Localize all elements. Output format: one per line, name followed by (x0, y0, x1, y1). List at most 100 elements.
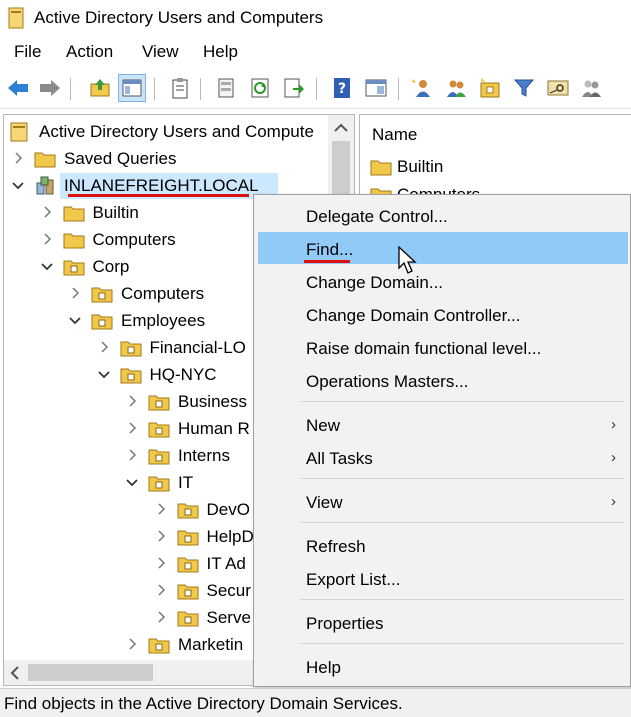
tree-item-label: Marketin (178, 635, 244, 654)
find-icon[interactable] (544, 74, 572, 102)
folder-icon (34, 149, 56, 169)
console-icon (10, 122, 32, 142)
menu-item-raise-domain-functional-level[interactable]: Raise domain functional level... (258, 331, 628, 363)
properties-icon[interactable] (212, 74, 240, 102)
back-arrow-icon[interactable] (4, 74, 32, 102)
console-icon (8, 7, 24, 29)
organizational-unit-icon (148, 419, 170, 439)
menu-separator (300, 401, 624, 402)
chevron-right-icon[interactable] (124, 447, 140, 463)
chevron-down-icon[interactable] (124, 474, 140, 490)
context-menu: Delegate Control... Find... Change Domain.… (253, 194, 631, 687)
menu-item-label: Delegate Control... (306, 207, 448, 226)
menu-item-label: Find... (306, 240, 354, 259)
menu-item-delegate-control[interactable]: Delegate Control... (258, 199, 628, 231)
menu-file[interactable]: File (14, 42, 41, 62)
new-group-icon[interactable] (442, 74, 470, 102)
organizational-unit-icon (177, 608, 199, 628)
menu-item-change-domain[interactable]: Change Domain... (258, 265, 628, 297)
menu-view[interactable]: View (142, 42, 179, 62)
chevron-right-icon[interactable] (96, 339, 112, 355)
tree-item-label: Serve (206, 608, 251, 627)
chevron-right-icon[interactable] (153, 609, 169, 625)
forward-arrow-icon[interactable] (36, 74, 64, 102)
menu-separator (300, 478, 624, 479)
chevron-down-icon[interactable] (67, 312, 83, 328)
tree-item-label: IT (178, 473, 194, 492)
menu-item-refresh[interactable]: Refresh (258, 529, 628, 561)
scroll-thumb[interactable] (332, 141, 350, 201)
menu-item-properties[interactable]: Properties (258, 606, 628, 638)
menu-item-change-domain-controller[interactable]: Change Domain Controller... (258, 298, 628, 330)
scroll-up-arrow-icon[interactable] (334, 123, 348, 133)
organizational-unit-icon (91, 284, 113, 304)
submenu-arrow-icon: › (611, 493, 616, 510)
folder-icon (370, 157, 392, 177)
scroll-thumb[interactable] (28, 664, 153, 681)
chevron-right-icon[interactable] (124, 636, 140, 652)
menu-separator (300, 522, 624, 523)
organizational-unit-icon (148, 392, 170, 412)
svg-text:?: ? (338, 81, 346, 97)
menu-item-help[interactable]: Help (258, 650, 628, 682)
organizational-unit-icon (177, 500, 199, 520)
help-icon[interactable]: ? (328, 74, 356, 102)
tree-item-label: Saved Queries (64, 149, 177, 168)
chevron-right-icon[interactable] (124, 393, 140, 409)
chevron-down-icon[interactable] (96, 366, 112, 382)
menu-item-export-list[interactable]: Export List... (258, 562, 628, 594)
tree-item-label: DevO (206, 500, 250, 519)
chevron-right-icon[interactable] (153, 582, 169, 598)
menu-item-new[interactable]: New › (258, 408, 628, 440)
submenu-arrow-icon: › (611, 416, 616, 433)
organizational-unit-icon (148, 446, 170, 466)
menu-item-all-tasks[interactable]: All Tasks › (258, 441, 628, 473)
clipboard-icon[interactable] (166, 74, 194, 102)
title-bar: Active Directory Users and Computers (0, 0, 631, 36)
new-ou-icon[interactable] (476, 74, 504, 102)
show-console-tree-icon[interactable] (118, 74, 146, 102)
tree-root-label: Active Directory Users and Compute (39, 122, 314, 141)
toolbar: ? (0, 72, 631, 106)
console-tree-icon[interactable] (362, 74, 390, 102)
mouse-pointer-icon (398, 246, 417, 274)
chevron-right-icon[interactable] (39, 204, 55, 220)
new-user-icon[interactable] (408, 74, 436, 102)
export-list-icon[interactable] (280, 74, 308, 102)
refresh-icon[interactable] (246, 74, 274, 102)
chevron-right-icon[interactable] (39, 231, 55, 247)
menu-item-label: New (306, 416, 341, 435)
chevron-right-icon[interactable] (153, 528, 169, 544)
folder-icon (63, 230, 85, 250)
up-folder-icon[interactable] (86, 74, 114, 102)
menu-item-label: Properties (306, 614, 384, 633)
menu-item-operations-masters[interactable]: Operations Masters... (258, 364, 628, 396)
list-item-label: Builtin (397, 157, 444, 176)
column-header-name[interactable]: Name (372, 125, 417, 145)
chevron-right-icon[interactable] (10, 150, 26, 166)
menu-item-label: Refresh (306, 537, 366, 556)
tree-item-label: Computers (121, 284, 205, 303)
tree-item-label: Corp (92, 257, 130, 276)
tree-item[interactable]: Saved Queries (4, 146, 328, 172)
chevron-right-icon[interactable] (67, 285, 83, 301)
add-to-group-icon[interactable] (578, 74, 606, 102)
folder-icon (63, 203, 85, 223)
menu-help[interactable]: Help (203, 42, 238, 62)
chevron-down-icon[interactable] (39, 258, 55, 274)
organizational-unit-icon (177, 527, 199, 547)
filter-icon[interactable] (510, 74, 538, 102)
chevron-right-icon[interactable] (153, 501, 169, 517)
chevron-right-icon[interactable] (124, 420, 140, 436)
menu-item-view[interactable]: View › (258, 485, 628, 517)
scroll-left-arrow-icon[interactable] (10, 666, 20, 680)
tree-item-label: HQ-NYC (149, 365, 217, 384)
tree-root[interactable]: Active Directory Users and Compute (4, 119, 328, 145)
menu-action[interactable]: Action (66, 42, 113, 62)
tree-item-label: Interns (178, 446, 230, 465)
menu-item-label: All Tasks (306, 449, 373, 468)
chevron-down-icon[interactable] (10, 177, 26, 193)
chevron-right-icon[interactable] (153, 555, 169, 571)
domain-icon (34, 176, 56, 196)
tree-item-label: INLANEFREIGHT.LOCAL (64, 176, 259, 195)
